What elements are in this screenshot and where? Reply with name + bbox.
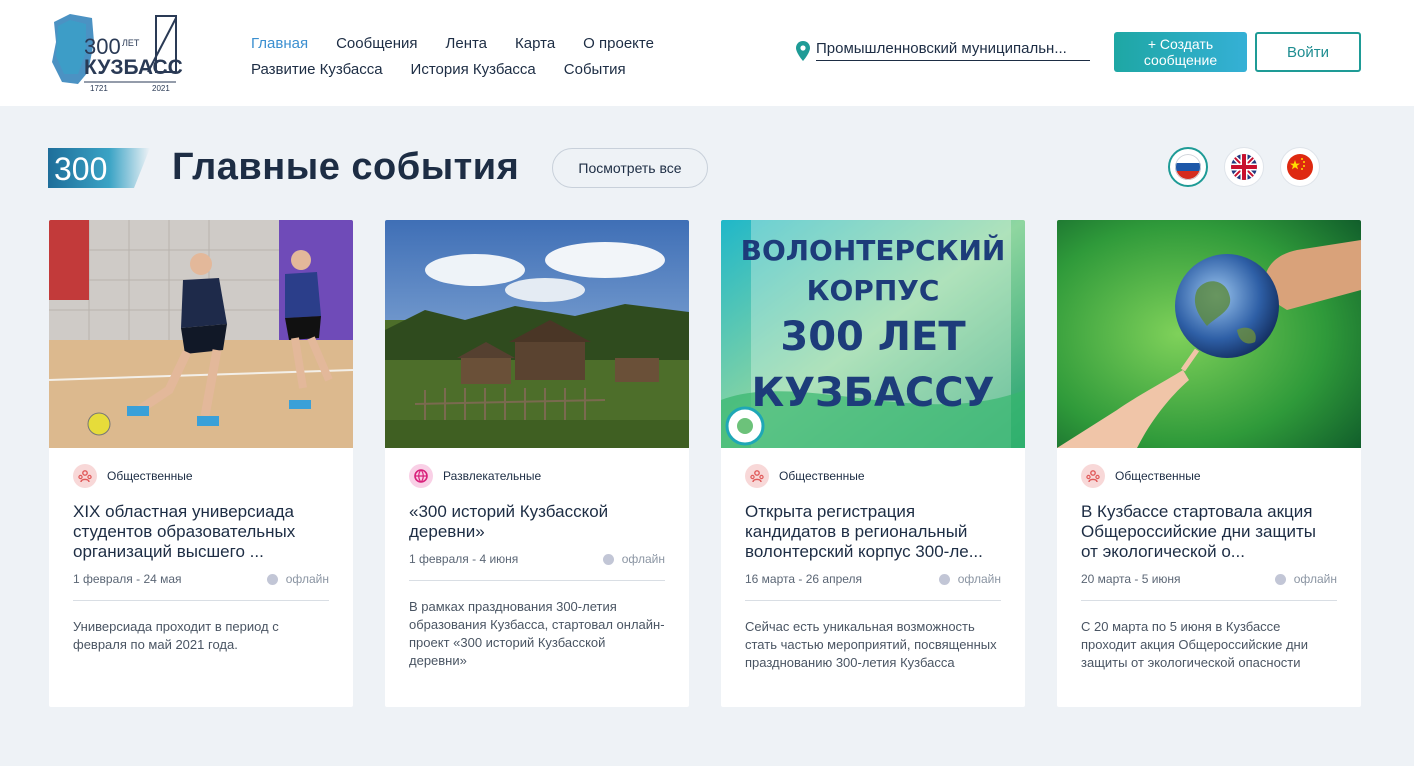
status-dot-icon <box>266 573 278 585</box>
map-pin-icon <box>796 40 810 61</box>
event-title[interactable]: Открыта регистрация кандидатов в региона… <box>745 502 1001 562</box>
event-description: Универсиада проходит в период с февраля … <box>73 619 279 652</box>
status-dot-icon <box>1274 573 1286 585</box>
event-status: офлайн <box>602 552 665 566</box>
people-icon <box>745 464 769 488</box>
china-flag-icon <box>1287 154 1313 180</box>
people-icon <box>1081 464 1105 488</box>
event-category: Общественные <box>1081 464 1337 488</box>
event-dates: 16 марта - 26 апреля <box>745 572 863 586</box>
badge-300-icon: 300 <box>48 148 150 188</box>
event-card-body: Общественные Открыта регистрация кандида… <box>721 448 1025 672</box>
nav-item-messages[interactable]: Сообщения <box>336 35 417 52</box>
event-status: офлайн <box>266 572 329 586</box>
event-image-futsal[interactable] <box>49 220 353 448</box>
event-description: В рамках празднования 300-летия образова… <box>409 599 665 668</box>
create-message-label: + Создать сообщение <box>1143 36 1218 68</box>
nav-row-2: Развитие Кузбасса История Кузбасса Событ… <box>251 56 731 82</box>
nav-item-events[interactable]: События <box>564 61 626 78</box>
event-title[interactable]: «300 историй Кузбасской деревни» <box>409 502 665 542</box>
event-image-village[interactable] <box>385 220 689 448</box>
event-category: Общественные <box>745 464 1001 488</box>
category-label: Развлекательные <box>443 469 542 483</box>
svg-text:2021: 2021 <box>152 84 170 93</box>
nav-item-history[interactable]: История Кузбасса <box>411 61 536 78</box>
main-nav: Главная Сообщения Лента Карта О проекте … <box>251 30 731 82</box>
language-switcher <box>1168 147 1320 187</box>
event-image-volunteer-corps[interactable]: ВОЛОНТЕРСКИЙ КОРПУС 300 ЛЕТ КУЗБАССУ <box>721 220 1025 448</box>
event-card[interactable]: Общественные В Кузбассе стартовала акция… <box>1057 220 1361 707</box>
svg-text:КУЗБАССУ: КУЗБАССУ <box>752 370 995 416</box>
event-description: С 20 марта по 5 июня в Кузбассе проходит… <box>1081 619 1308 670</box>
event-description: Сейчас есть уникальная возможность стать… <box>745 619 997 670</box>
site-header: 300 ЛЕТ КУЗБАСС 1721 2021 Главная Сообще… <box>0 0 1414 106</box>
event-card[interactable]: Развлекательные «300 историй Кузбасской … <box>385 220 689 707</box>
uk-flag-icon <box>1231 154 1257 180</box>
event-title[interactable]: В Кузбассе стартовала акция Общероссийск… <box>1081 502 1337 562</box>
nav-item-feed[interactable]: Лента <box>446 35 488 52</box>
event-category: Общественные <box>73 464 329 488</box>
lang-en-button[interactable] <box>1224 147 1264 187</box>
category-label: Общественные <box>779 469 865 483</box>
category-label: Общественные <box>107 469 193 483</box>
russia-flag-icon <box>1175 154 1201 180</box>
event-card[interactable]: ВОЛОНТЕРСКИЙ КОРПУС 300 ЛЕТ КУЗБАССУ Общ… <box>721 220 1025 707</box>
login-button[interactable]: Войти <box>1255 32 1361 72</box>
svg-text:300 ЛЕТ: 300 ЛЕТ <box>780 314 966 360</box>
ball-icon <box>409 464 433 488</box>
event-image-earth-hands[interactable] <box>1057 220 1361 448</box>
event-status: офлайн <box>938 572 1001 586</box>
svg-text:ЛЕТ: ЛЕТ <box>122 38 140 48</box>
event-card[interactable]: Общественные XIX областная универсиада с… <box>49 220 353 707</box>
location-text[interactable]: Промышленновский муниципальн... <box>816 40 1090 61</box>
event-title[interactable]: XIX областная универсиада студентов обра… <box>73 502 329 562</box>
category-label: Общественные <box>1115 469 1201 483</box>
nav-item-home[interactable]: Главная <box>251 35 308 52</box>
status-dot-icon <box>602 553 614 565</box>
event-card-body: Развлекательные «300 историй Кузбасской … <box>385 448 689 670</box>
event-category: Развлекательные <box>409 464 665 488</box>
nav-row-1: Главная Сообщения Лента Карта О проекте <box>251 30 731 56</box>
events-list: Общественные XIX областная универсиада с… <box>49 220 1361 707</box>
main-events-header: 300 Главные события Посмотреть все <box>48 146 1366 190</box>
nav-item-about[interactable]: О проекте <box>583 35 654 52</box>
svg-text:КОРПУС: КОРПУС <box>807 274 940 307</box>
event-card-body: Общественные В Кузбассе стартовала акция… <box>1057 448 1361 672</box>
logo-300-let-kuzbass[interactable]: 300 ЛЕТ КУЗБАСС 1721 2021 <box>48 12 184 94</box>
nav-item-map[interactable]: Карта <box>515 35 555 52</box>
create-message-button[interactable]: + Создать сообщение <box>1114 32 1247 72</box>
event-dates: 20 марта - 5 июня <box>1081 572 1181 586</box>
event-card-body: Общественные XIX областная универсиада с… <box>49 448 353 654</box>
lang-zh-button[interactable] <box>1280 147 1320 187</box>
event-meta: 20 марта - 5 июня офлайн <box>1081 572 1337 601</box>
event-meta: 1 февраля - 24 мая офлайн <box>73 572 329 601</box>
svg-text:ВОЛОНТЕРСКИЙ: ВОЛОНТЕРСКИЙ <box>741 233 1006 267</box>
event-status: офлайн <box>1274 572 1337 586</box>
location-selector[interactable]: Промышленновский муниципальн... <box>796 40 1090 61</box>
view-all-button[interactable]: Посмотреть все <box>552 148 708 188</box>
svg-text:КУЗБАСС: КУЗБАСС <box>84 56 183 79</box>
event-dates: 1 февраля - 24 мая <box>73 572 182 586</box>
nav-item-development[interactable]: Развитие Кузбасса <box>251 61 383 78</box>
section-title: Главные события <box>172 146 520 188</box>
event-dates: 1 февраля - 4 июня <box>409 552 519 566</box>
people-icon <box>73 464 97 488</box>
status-dot-icon <box>938 573 950 585</box>
lang-ru-button[interactable] <box>1168 147 1208 187</box>
svg-text:1721: 1721 <box>90 84 108 93</box>
svg-text:300: 300 <box>54 151 107 187</box>
event-meta: 1 февраля - 4 июня офлайн <box>409 552 665 581</box>
event-meta: 16 марта - 26 апреля офлайн <box>745 572 1001 601</box>
